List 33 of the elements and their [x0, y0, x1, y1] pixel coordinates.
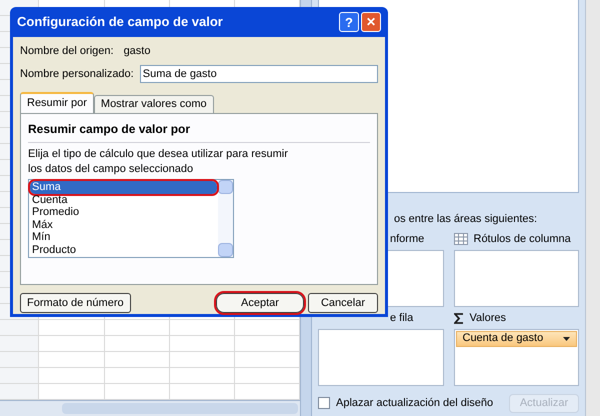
area-label: nforme — [390, 232, 424, 247]
close-button[interactable]: ✕ — [361, 12, 381, 32]
defer-label: Aplazar actualización del diseño — [336, 396, 494, 411]
tab[interactable]: Mostrar valores como — [94, 95, 214, 113]
scrollbar[interactable] — [218, 180, 233, 257]
description-text: Elija el tipo de cálculo que desea utilizar para resumir los datos del campo seleccionado — [28, 147, 289, 177]
list-item[interactable]: Producto — [30, 244, 217, 256]
checkbox[interactable] — [318, 397, 330, 409]
source-value: gasto — [124, 44, 150, 59]
dropdown-arrow-icon — [563, 336, 570, 340]
source-label: Nombre del origen: — [20, 44, 114, 59]
table-icon — [454, 233, 468, 245]
area-label: Rótulos de columna — [474, 232, 571, 247]
list-item[interactable]: Suma — [30, 181, 217, 194]
window-title: Configuración de campo de valor — [17, 13, 223, 32]
dialog-button[interactable]: Aceptar — [216, 293, 304, 313]
list-item[interactable]: Mín — [30, 231, 217, 244]
custom-name-field[interactable]: Suma de gasto — [140, 65, 378, 83]
dialog-button[interactable]: Formato de número — [20, 293, 131, 313]
area-label: Valores — [470, 310, 506, 326]
area-label: e fila — [390, 310, 414, 326]
function-list[interactable]: Suma Cuenta Promedio Máx Mín Producto — [28, 179, 234, 258]
tab[interactable]: Resumir por — [20, 92, 94, 113]
custom-name-label: Nombre personalizado: — [20, 66, 134, 82]
value-field-item[interactable]: Cuenta de gasto — [456, 330, 577, 346]
sigma-icon — [454, 312, 464, 324]
instruction-text: os entre las áreas siguientes: — [394, 213, 538, 225]
list-item[interactable]: Promedio — [30, 206, 217, 218]
list-item[interactable]: Cuenta — [30, 194, 217, 206]
help-button[interactable]: ? — [339, 12, 359, 32]
dialog-button[interactable]: Cancelar — [308, 293, 378, 313]
list-item[interactable]: Máx — [30, 218, 217, 231]
section-heading: Resumir campo de valor por — [28, 121, 192, 138]
